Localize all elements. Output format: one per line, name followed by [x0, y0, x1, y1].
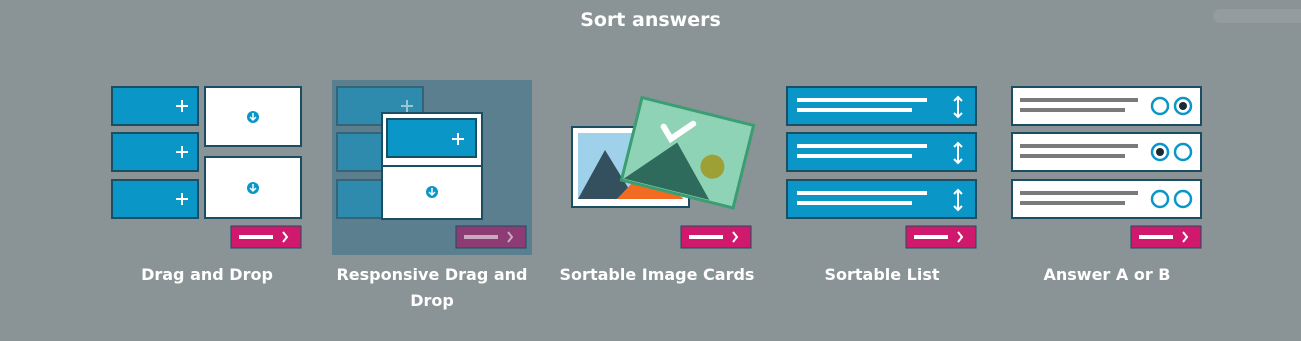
- scrollbar[interactable]: [1213, 9, 1301, 23]
- content-type-card-sortable-image-cards[interactable]: Sortable Image Cards: [557, 80, 757, 320]
- page-title: Sort answers: [580, 9, 721, 31]
- content-type-card-drag-and-drop[interactable]: Drag and Drop: [107, 80, 307, 320]
- arrow-right-icon: [230, 225, 302, 249]
- card-label: Responsive Drag and Drop: [336, 265, 528, 310]
- card-label: Sortable Image Cards: [559, 265, 755, 284]
- card-label: Sortable List: [824, 265, 940, 284]
- card-label: Answer A or B: [1043, 265, 1171, 284]
- arrow-right-icon: [455, 225, 527, 249]
- content-type-card-sortable-list[interactable]: Sortable List: [782, 80, 982, 320]
- download-icon: [426, 186, 438, 198]
- sortable-image-cards-thumbnail: [557, 80, 757, 255]
- arrow-right-icon: [905, 225, 977, 249]
- answer-a-or-b-thumbnail: [1007, 80, 1207, 255]
- drag-and-drop-thumbnail: [107, 80, 307, 255]
- arrow-right-icon: [680, 225, 752, 249]
- card-label: Drag and Drop: [141, 265, 273, 284]
- responsive-drag-and-drop-thumbnail: [332, 80, 532, 255]
- arrow-right-icon: [1130, 225, 1202, 249]
- content-type-card-responsive-drag-and-drop[interactable]: Responsive Drag and Drop: [332, 80, 532, 320]
- content-type-card-answer-a-or-b[interactable]: Answer A or B: [1007, 80, 1207, 320]
- sortable-list-thumbnail: [782, 80, 982, 255]
